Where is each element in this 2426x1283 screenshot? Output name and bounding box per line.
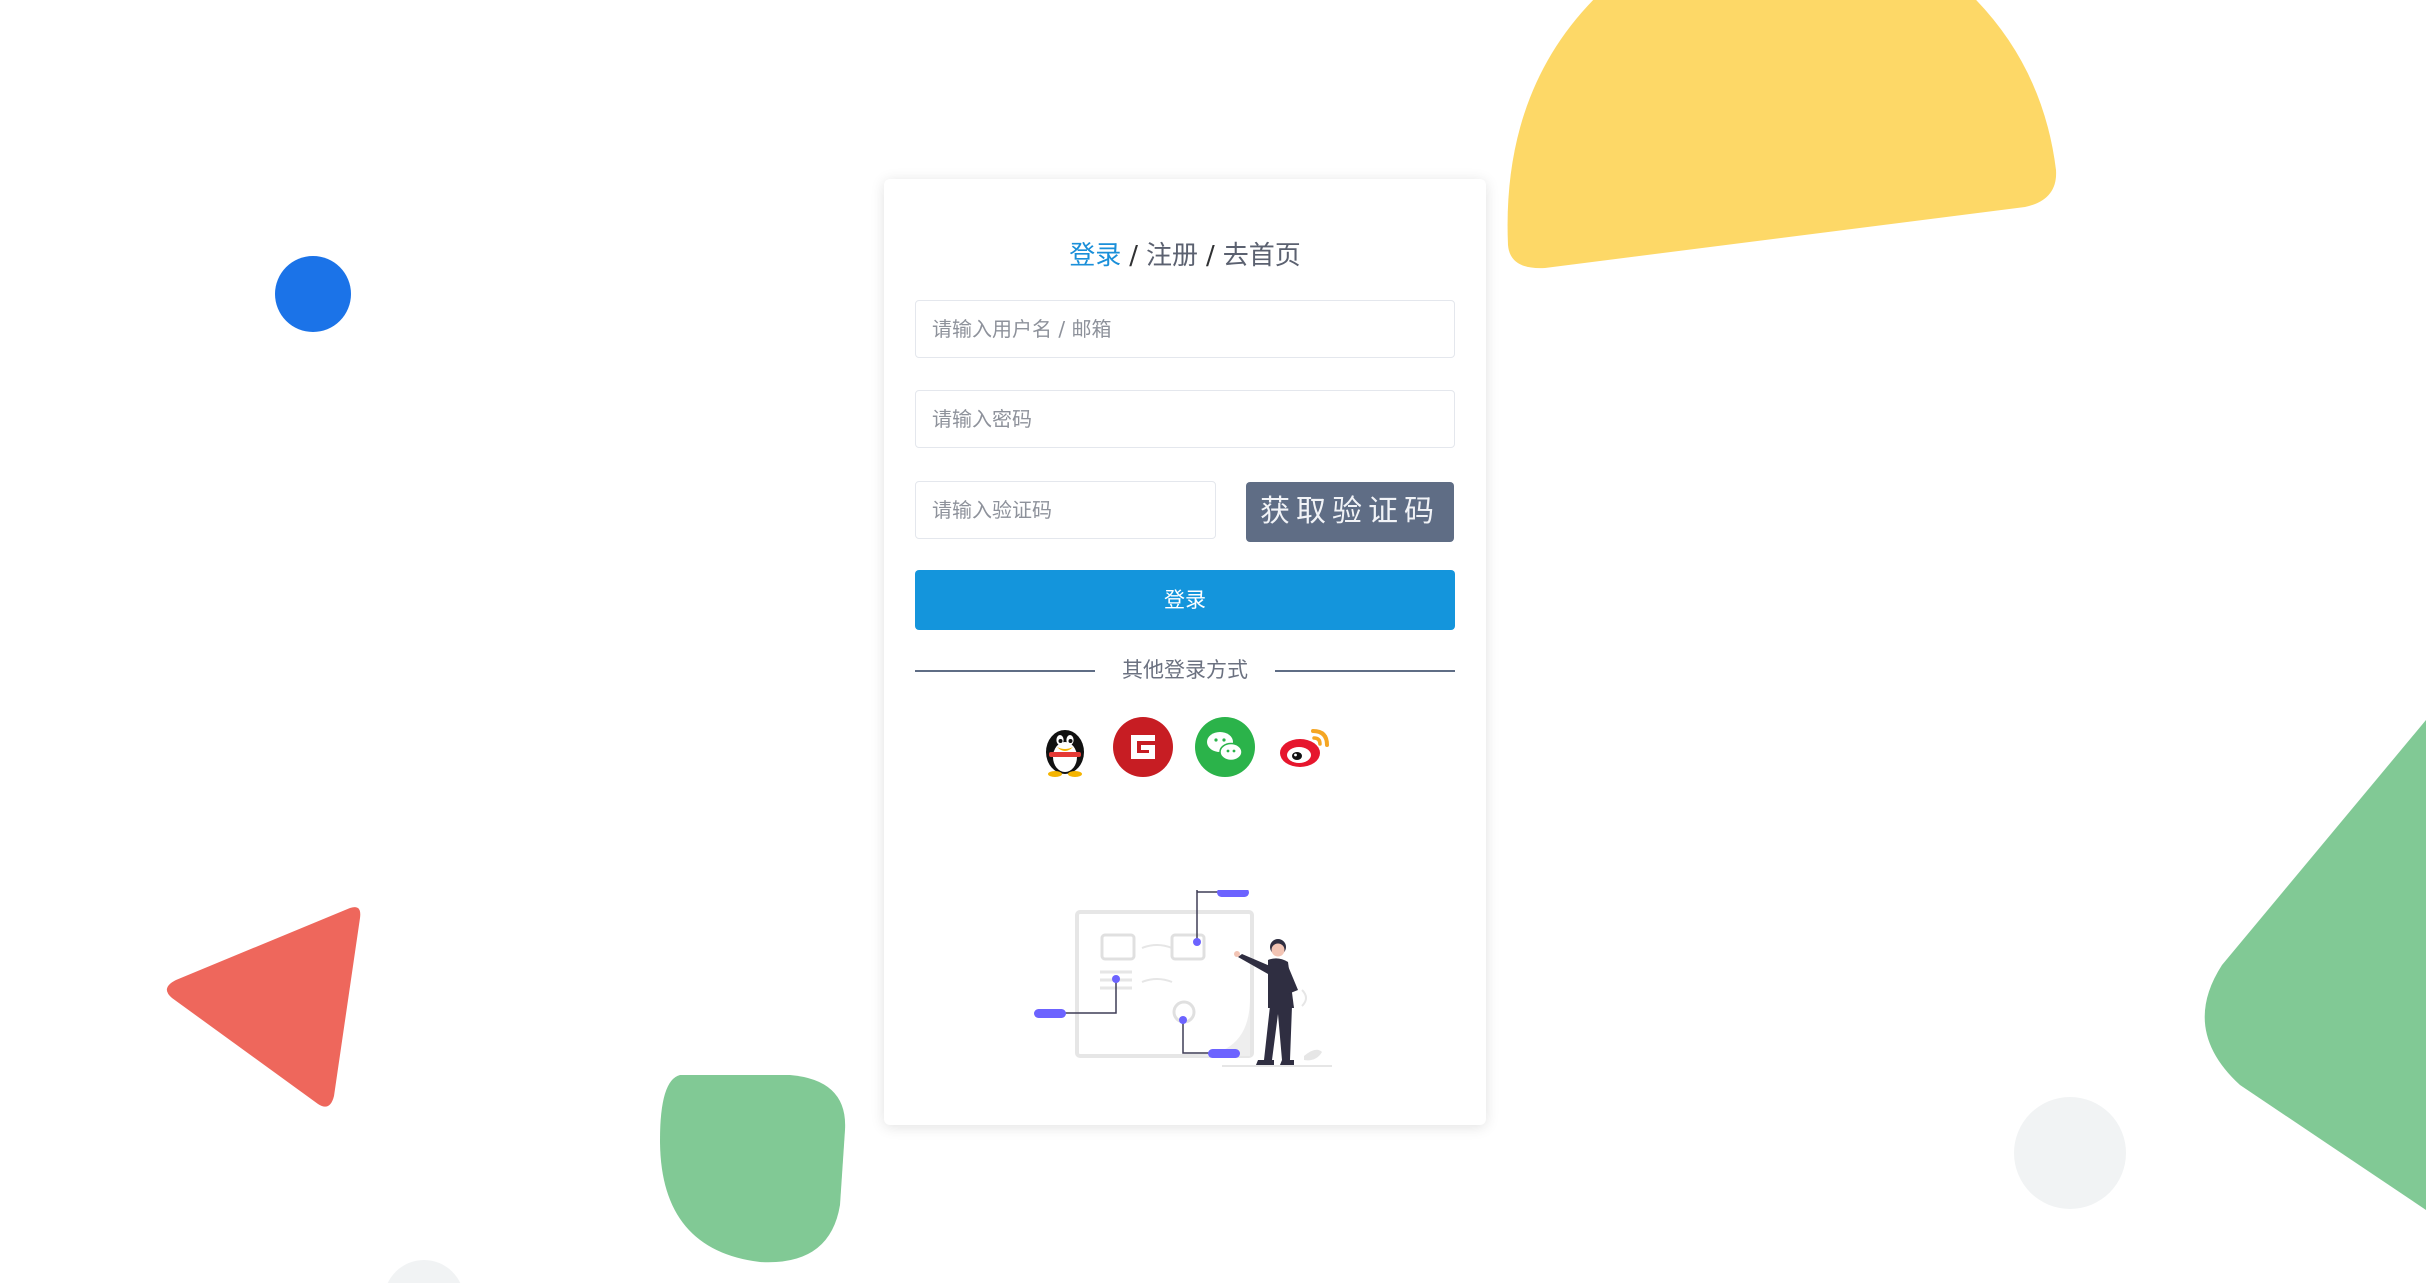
red-triangle-shape: [166, 907, 361, 1107]
gray-circle-shape: [2014, 1097, 2126, 1209]
gitee-login-button[interactable]: [1113, 717, 1173, 777]
yellow-semicircle-shape: [1507, 0, 2057, 269]
get-captcha-button[interactable]: 获取验证码: [1246, 482, 1454, 542]
gitee-icon: [1113, 717, 1173, 777]
login-card: 登录 / 注册 / 去首页 获取验证码 登录 其他登录方式: [884, 179, 1486, 1125]
username-field: [915, 300, 1455, 358]
auth-tabs: 登录 / 注册 / 去首页: [884, 235, 1486, 272]
password-input[interactable]: [916, 391, 1454, 447]
green-corner-shape: [2204, 720, 2426, 1210]
tab-separator: /: [1129, 241, 1138, 271]
wechat-login-button[interactable]: [1195, 717, 1255, 777]
tab-register[interactable]: 注册: [1146, 241, 1198, 271]
tab-login[interactable]: 登录: [1069, 241, 1121, 271]
presentation-illustration: [1034, 890, 1332, 1067]
login-button[interactable]: 登录: [915, 570, 1455, 630]
gray-circle-bottom-shape: [387, 1260, 461, 1283]
captcha-field: [915, 481, 1216, 539]
qq-icon: [1046, 730, 1084, 777]
green-rounded-square-shape: [660, 1075, 846, 1263]
other-login-divider: 其他登录方式: [915, 654, 1455, 686]
tab-separator: /: [1206, 241, 1215, 271]
blue-dot-shape: [275, 256, 351, 332]
wechat-icon: [1195, 717, 1255, 777]
username-input[interactable]: [916, 301, 1454, 357]
password-field: [915, 390, 1455, 448]
qq-login-button[interactable]: [1035, 717, 1095, 777]
captcha-input[interactable]: [916, 482, 1215, 538]
weibo-icon: [1280, 729, 1329, 767]
tab-home[interactable]: 去首页: [1223, 241, 1301, 271]
other-login-label: 其他登录方式: [1122, 658, 1248, 682]
weibo-login-button[interactable]: [1275, 717, 1335, 777]
